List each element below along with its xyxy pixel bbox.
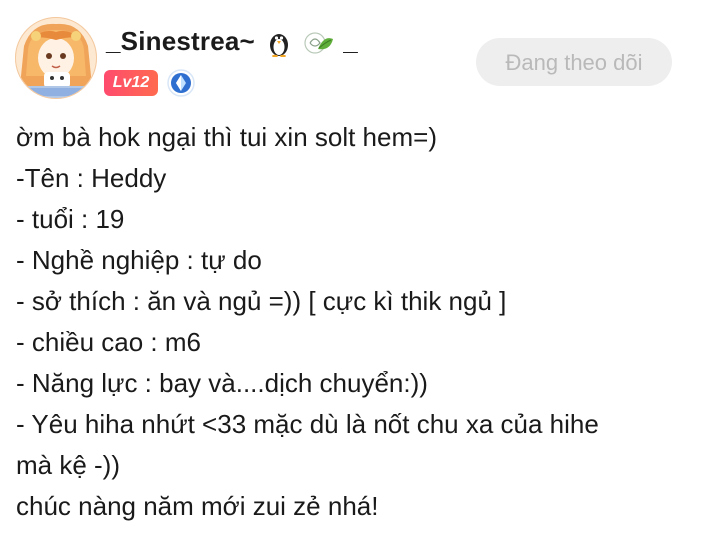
username-suffix: _ xyxy=(343,26,358,56)
post-line: - chiều cao : m6 xyxy=(16,327,201,357)
post-line: -Tên : Heddy xyxy=(16,163,167,193)
post-line: - Nghề nghiệp : tự do xyxy=(16,245,262,275)
post-body: ờm bà hok ngại thì tui xin solt hem=) -T… xyxy=(16,117,688,527)
post-line: mà kệ -)) xyxy=(16,450,120,480)
username-text: _Sinestrea~ xyxy=(106,26,255,56)
leaf-snail-icon xyxy=(304,32,333,54)
profile-header: _Sinestrea~ _ Lv12 Đang theo dõi xyxy=(0,0,703,110)
penguin-icon xyxy=(270,34,289,58)
post-line: chúc nàng năm mới zui zẻ nhá! xyxy=(16,491,379,521)
avatar[interactable] xyxy=(14,16,98,100)
post-line: - sở thích : ăn và ngủ =)) [ cực kì thik… xyxy=(16,286,507,316)
post-line: ờm bà hok ngại thì tui xin solt hem=) xyxy=(16,122,437,152)
post-line: - Yêu hiha nhứt <33 mặc dù là nốt chu xa… xyxy=(16,409,599,439)
level-badge: Lv12 xyxy=(104,70,158,96)
post-line: - Năng lực : bay và....dịch chuyển:)) xyxy=(16,368,428,398)
member-badge-icon xyxy=(167,69,195,97)
post-line: - tuổi : 19 xyxy=(16,204,125,234)
following-button[interactable]: Đang theo dõi xyxy=(476,38,672,86)
username[interactable]: _Sinestrea~ _ xyxy=(106,26,358,58)
